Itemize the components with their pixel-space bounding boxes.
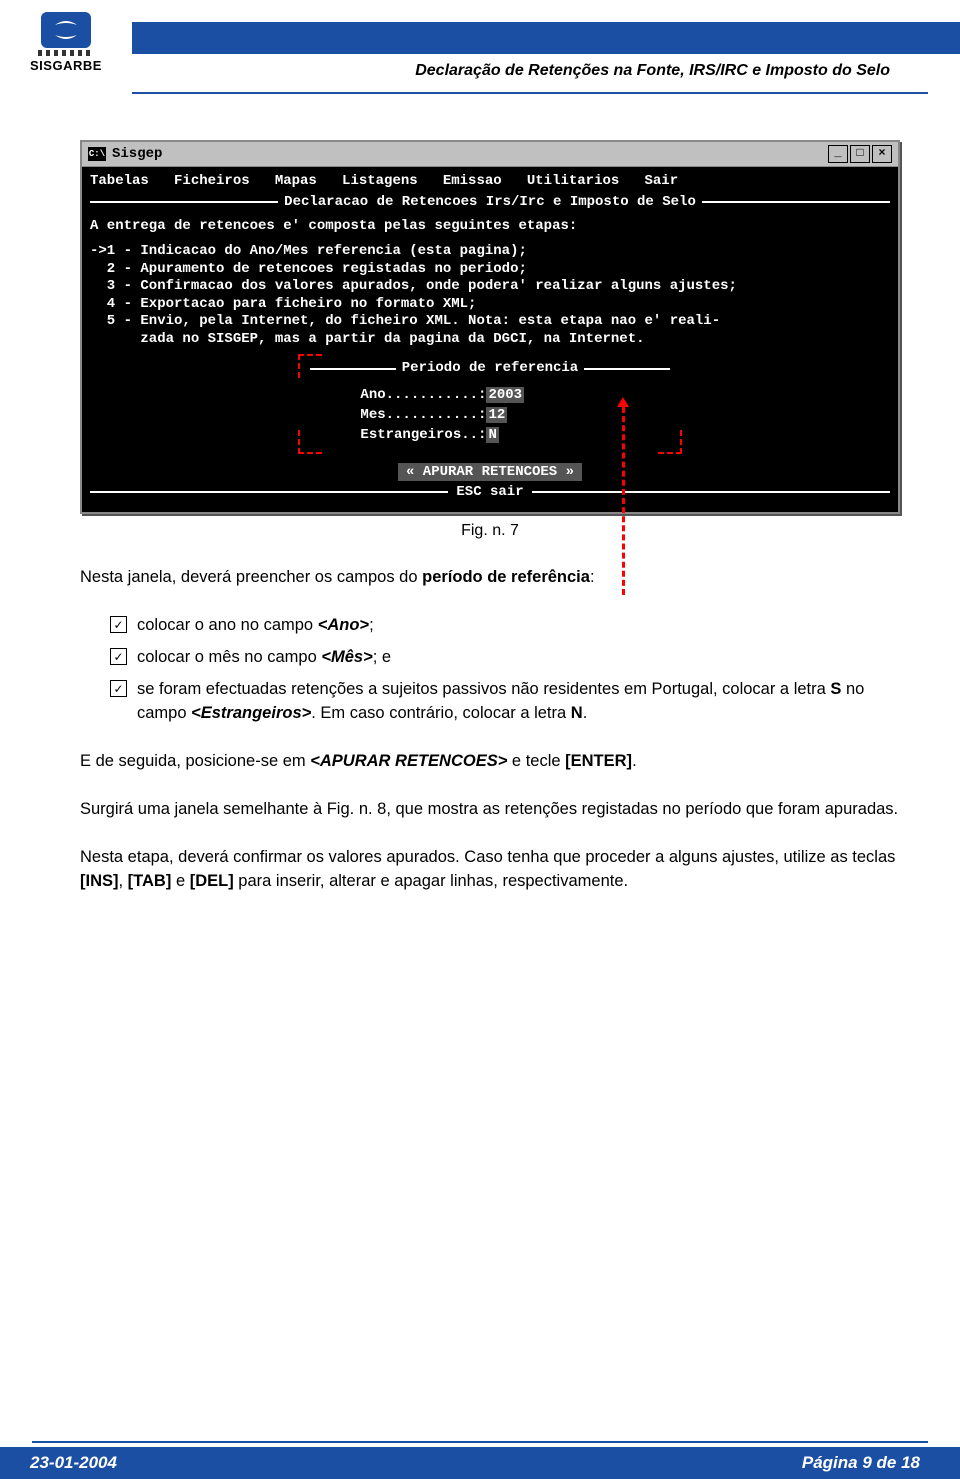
footer-date: 23-01-2004: [30, 1453, 117, 1473]
checkbox-icon: ✓: [110, 616, 127, 633]
page-footer: 23-01-2004 Página 9 de 18: [0, 1441, 960, 1479]
terminal-window: C:\ Sisgep _ □ × Tabelas Ficheiros Mapas…: [80, 140, 900, 514]
header-underline: [132, 92, 928, 94]
terminal-titlebar: C:\ Sisgep _ □ ×: [82, 142, 898, 167]
apurar-retencoes-button[interactable]: « APURAR RETENCOES »: [398, 463, 582, 481]
row-estrangeiros: Estrangeiros..:N: [310, 425, 670, 445]
logo-bars-icon: [38, 50, 94, 56]
checkbox-icon: ✓: [110, 648, 127, 665]
esc-rule: ESC sair: [90, 482, 890, 502]
logo-icon: [41, 12, 91, 48]
document-title: Declaração de Retenções na Fonte, IRS/IR…: [415, 62, 890, 80]
brand-name: SISGARBE: [30, 58, 102, 73]
intro-paragraph: Nesta janela, deverá preencher os campos…: [80, 566, 900, 590]
footer-page: Página 9 de 18: [802, 1453, 920, 1473]
ano-value[interactable]: 2003: [486, 387, 524, 403]
check-item-ano: ✓ colocar o ano no campo <Ano>;: [110, 614, 900, 638]
steps-block: ->1 - Indicacao do Ano/Mes referencia (e…: [90, 243, 890, 348]
terminal-menubar[interactable]: Tabelas Ficheiros Mapas Listagens Emissa…: [90, 171, 890, 191]
callout-arrow-icon: [620, 405, 634, 595]
estrangeiros-label: Estrangeiros..:: [360, 427, 486, 443]
row-ano: Ano...........:2003: [310, 385, 670, 405]
header-bar: [132, 22, 960, 54]
row-mes: Mes...........:12: [310, 405, 670, 425]
estrangeiros-value[interactable]: N: [486, 427, 498, 443]
panel-title: Declaracao de Retencoes Irs/Irc e Impost…: [278, 192, 702, 212]
periodo-title: Periodo de referencia: [396, 358, 584, 378]
ano-label: Ano...........:: [360, 387, 486, 403]
page-header: SISGARBE Declaração de Retenções na Font…: [0, 0, 960, 110]
checklist: ✓ colocar o ano no campo <Ano>; ✓ coloca…: [110, 614, 900, 726]
panel-title-rule: Declaracao de Retencoes Irs/Irc e Impost…: [90, 192, 890, 212]
terminal-sysmenu-icon: C:\: [88, 147, 106, 161]
figure-caption: Fig. n. 7: [80, 519, 900, 542]
check-item-mes: ✓ colocar o mês no campo <Mês>; e: [110, 646, 900, 670]
paragraph-apurar: E de seguida, posicione-se em <APURAR RE…: [80, 750, 900, 774]
intro-line: A entrega de retencoes e' composta pelas…: [90, 218, 890, 236]
close-button[interactable]: ×: [872, 145, 892, 163]
maximize-button[interactable]: □: [850, 145, 870, 163]
brand-logo: SISGARBE: [30, 12, 102, 73]
terminal-title: Sisgep: [112, 144, 162, 164]
paragraph-fig8: Surgirá uma janela semelhante à Fig. n. …: [80, 798, 900, 822]
mes-label: Mes...........:: [360, 407, 486, 423]
paragraph-teclas: Nesta etapa, deverá confirmar os valores…: [80, 846, 900, 894]
esc-hint: ESC sair: [448, 482, 531, 502]
mes-value[interactable]: 12: [486, 407, 507, 423]
check-item-estrangeiros: ✓ se foram efectuadas retenções a sujeit…: [110, 678, 900, 726]
minimize-button[interactable]: _: [828, 145, 848, 163]
checkbox-icon: ✓: [110, 680, 127, 697]
